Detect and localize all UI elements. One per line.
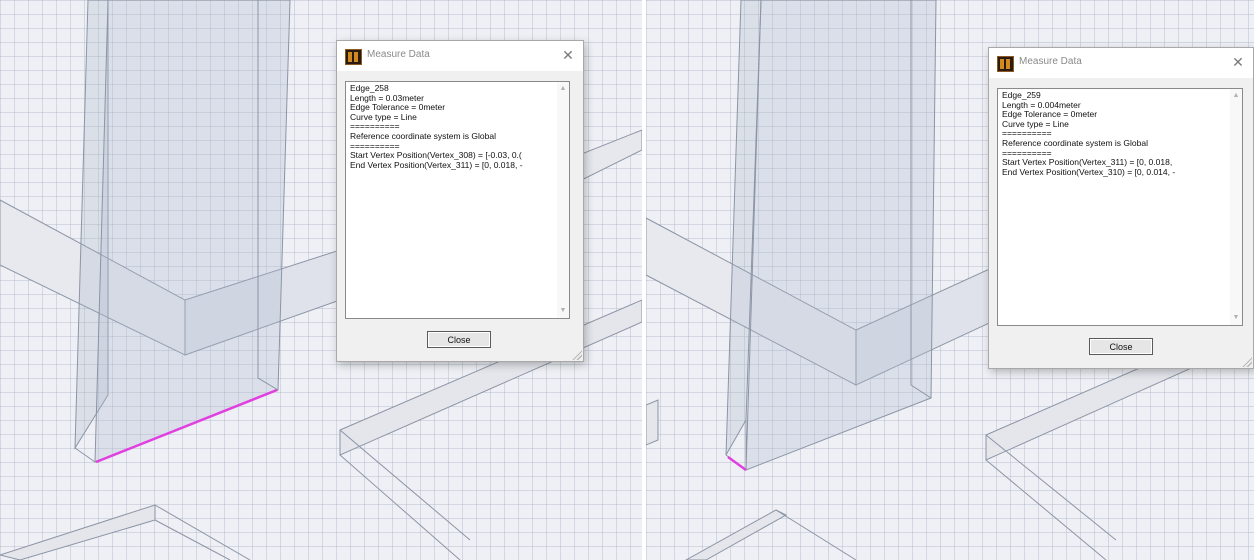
measure-output-lines: Edge_258 Length = 0.03meter Edge Toleran… (350, 84, 555, 170)
dialog-title: Measure Data (1019, 56, 1082, 67)
slab-lower-line-2 (985, 459, 1107, 560)
measure-line: End Vertex Position(Vertex_310) = [0, 0.… (1002, 166, 1176, 177)
measure-data-dialog: Measure Data ✕ Edge_259 Length = 0.004me… (988, 47, 1254, 369)
column-front-face (745, 0, 937, 471)
slab-lower-line (339, 429, 471, 541)
vertical-scrollbar[interactable]: ▲ ▼ (1230, 89, 1242, 325)
slab-bottom-left (0, 504, 156, 560)
vertical-scrollbar[interactable]: ▲ ▼ (557, 82, 569, 318)
dialog-close-icon[interactable]: ✕ (559, 46, 577, 64)
slab-bottom-line-2 (154, 519, 231, 560)
selected-edge[interactable] (727, 455, 747, 472)
measure-app-icon (345, 49, 362, 65)
dialog-titlebar[interactable]: Measure Data ✕ (989, 48, 1253, 78)
viewport-left[interactable]: Measure Data ✕ Edge_258 Length = 0.03met… (0, 0, 642, 560)
scroll-up-icon[interactable]: ▲ (1230, 90, 1242, 102)
viewport-right[interactable]: Measure Data ✕ Edge_259 Length = 0.004me… (646, 0, 1254, 560)
dialog-close-icon[interactable]: ✕ (1229, 53, 1247, 71)
column-front-face (94, 0, 291, 463)
measure-output-lines: Edge_259 Length = 0.004meter Edge Tolera… (1002, 91, 1228, 177)
column-base-edge (74, 447, 96, 463)
slab-lower-line (985, 434, 1117, 541)
slab-bottom-line (154, 504, 251, 560)
close-button[interactable]: Close (1089, 338, 1153, 355)
slab-bottom-line (775, 509, 857, 560)
measure-output-textbox[interactable]: Edge_258 Length = 0.03meter Edge Toleran… (345, 81, 570, 319)
slab-lower-line-2 (339, 454, 461, 560)
slab-bottom-left (684, 509, 788, 560)
dialog-titlebar[interactable]: Measure Data ✕ (337, 41, 583, 71)
measure-data-dialog: Measure Data ✕ Edge_258 Length = 0.03met… (336, 40, 584, 362)
measure-app-icon (997, 56, 1014, 72)
scroll-up-icon[interactable]: ▲ (557, 83, 569, 95)
scroll-down-icon[interactable]: ▼ (1230, 312, 1242, 324)
slab-left-stub (646, 399, 659, 446)
measure-output-textbox[interactable]: Edge_259 Length = 0.004meter Edge Tolera… (997, 88, 1243, 326)
close-button[interactable]: Close (427, 331, 491, 348)
scroll-down-icon[interactable]: ▼ (557, 305, 569, 317)
resize-grip-icon[interactable] (1242, 357, 1252, 367)
measure-line: End Vertex Position(Vertex_311) = [0, 0.… (350, 159, 523, 170)
dialog-title: Measure Data (367, 49, 430, 60)
resize-grip-icon[interactable] (572, 350, 582, 360)
